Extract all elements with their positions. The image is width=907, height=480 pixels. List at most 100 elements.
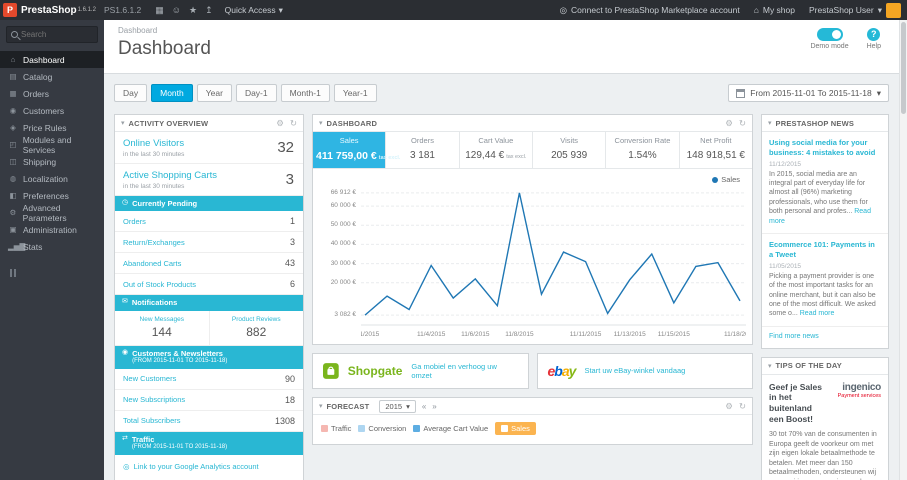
date-range-picker[interactable]: From 2015-11-01 To 2015-11-18 ▾: [728, 84, 889, 102]
user-menu[interactable]: PrestaShop User ▾: [809, 2, 901, 18]
news-article: Ecommerce 101: Payments in a Tweet 11/05…: [762, 234, 888, 327]
news-article-title[interactable]: Using social media for your business: 4 …: [769, 138, 881, 158]
collapse-panel-icon[interactable]: ▾: [121, 119, 125, 127]
news-panel-header: ▾ PRESTASHOP NEWS: [762, 115, 888, 132]
kpi-conversion-rate[interactable]: Conversion Rate 1.54%: [606, 132, 680, 168]
sidebar-item-orders[interactable]: ▦ Orders: [0, 85, 104, 102]
sidebar-item-stats[interactable]: ▂▅▇ Stats: [0, 238, 104, 255]
read-more-link[interactable]: Read more: [800, 310, 835, 317]
collapse-panel-icon[interactable]: ▾: [319, 119, 323, 127]
marketplace-connect-link[interactable]: ◎ Connect to PrestaShop Marketplace acco…: [560, 5, 740, 16]
dashboard-column: ▾ DASHBOARD ⚙ ↻ Sales 411 759,00 € tax ex…: [312, 114, 753, 453]
shipping-icon: ◫: [9, 157, 17, 166]
news-article-body: Picking a payment provider is one of the…: [769, 272, 876, 318]
my-shop-label: My shop: [762, 5, 795, 15]
collapse-panel-icon[interactable]: ▾: [768, 362, 772, 370]
kpi-orders[interactable]: Orders 3 181: [386, 132, 460, 168]
prestashop-news-panel: ▾ PRESTASHOP NEWS Using social media for…: [761, 114, 889, 349]
refresh-icon[interactable]: ↻: [739, 118, 746, 129]
toggle-on-icon: [816, 28, 843, 41]
sidebar-item-localization[interactable]: ◍ Localization: [0, 170, 104, 187]
collapse-panel-icon[interactable]: ▾: [319, 402, 323, 410]
pager-prev-button[interactable]: «: [422, 402, 426, 411]
gear-icon[interactable]: ⚙: [276, 118, 284, 129]
ebay-link[interactable]: Start uw eBay-winkel vandaag: [584, 366, 685, 375]
forecast-legend-sales[interactable]: Sales: [495, 422, 536, 435]
dashboard-columns: ▾ ACTIVITY OVERVIEW ⚙ ↻ Online Visitors …: [104, 114, 899, 480]
tips-panel-header: ▾ TIPS OF THE DAY: [762, 358, 888, 375]
search-icon: [11, 31, 18, 38]
search-input[interactable]: [21, 30, 93, 39]
sidebar-item-preferences[interactable]: ◧ Preferences: [0, 187, 104, 204]
refresh-icon[interactable]: ↻: [739, 401, 746, 412]
vertical-scrollbar[interactable]: [899, 20, 907, 480]
y-axis-tick: 40 000 €: [330, 240, 356, 248]
pager-next-button[interactable]: »: [432, 402, 436, 411]
news-article-title[interactable]: Ecommerce 101: Payments in a Tweet: [769, 240, 881, 260]
news-article-body: In 2015, social media are an integral pa…: [769, 170, 871, 225]
star-icon[interactable]: ★: [189, 5, 197, 16]
news-article-date: 11/12/2015: [769, 160, 802, 168]
quick-access-label: Quick Access: [224, 5, 276, 15]
gear-icon[interactable]: ⚙: [725, 118, 733, 129]
forecast-panel: ▾ FORECAST 2015 ▾ « » ⚙ ↻ Traffic Conver…: [312, 397, 753, 445]
find-more-news-link[interactable]: Find more news: [762, 327, 888, 348]
y-axis-tick: 30 000 €: [330, 259, 356, 267]
tab-month-1[interactable]: Month-1: [280, 84, 330, 102]
tab-year[interactable]: Year: [196, 84, 232, 102]
kpi-visits[interactable]: Visits 205 939: [533, 132, 607, 168]
sidebar-item-modules[interactable]: ◰ Modules and Services: [0, 135, 104, 155]
tab-day[interactable]: Day: [114, 84, 148, 102]
kpi-net-profit[interactable]: Net Profit 148 918,51 €: [680, 132, 752, 168]
logo-text: PrestaShop: [21, 4, 77, 16]
refresh-icon[interactable]: ↻: [290, 118, 297, 129]
new-messages-cell[interactable]: New Messages 144: [115, 311, 209, 345]
x-axis-tick: 11/6/2015: [461, 331, 490, 338]
sidebar-item-administration[interactable]: ▣ Administration: [0, 221, 104, 238]
sidebar-item-dashboard[interactable]: ⌂ Dashboard: [0, 51, 104, 68]
help-button[interactable]: ? Help: [867, 28, 881, 50]
quick-access-menu[interactable]: Quick Access ▾: [225, 5, 283, 16]
kpi-cart-value[interactable]: Cart Value 129,44 € tax excl.: [460, 132, 533, 168]
sales-chart-area: Sales 66 912 €60 000 €50 000 €40 000 €30…: [313, 169, 752, 344]
sidebar-item-shipping[interactable]: ◫ Shipping: [0, 153, 104, 170]
sidebar-item-price-rules[interactable]: ◈ Price Rules: [0, 119, 104, 136]
demo-mode-toggle[interactable]: Demo mode: [810, 28, 849, 50]
forecast-legend-conversion[interactable]: Conversion: [358, 424, 406, 433]
sidebar-item-catalog[interactable]: ▤ Catalog: [0, 68, 104, 85]
swatch-icon: [413, 425, 421, 432]
product-reviews-cell[interactable]: Product Reviews 882: [208, 310, 304, 345]
user-icon[interactable]: ☺: [172, 5, 181, 15]
tab-month[interactable]: Month: [151, 84, 193, 102]
online-visitors-value: 32: [277, 139, 294, 156]
forecast-legend: Traffic Conversion Average Cart Value Sa…: [313, 415, 752, 444]
shopgate-logo: Shopgate: [347, 364, 403, 378]
scrollbar-thumb[interactable]: [901, 22, 906, 114]
forecast-legend-average-cart-value[interactable]: Average Cart Value: [413, 424, 488, 433]
my-shop-link[interactable]: ⌂ My shop: [754, 5, 795, 15]
forecast-legend-traffic[interactable]: Traffic: [321, 424, 351, 433]
cart-icon[interactable]: ▦: [155, 5, 164, 16]
topbar-right: ◎ Connect to PrestaShop Marketplace acco…: [560, 2, 901, 18]
shopgate-link[interactable]: Ga mobiel en verhoog uw omzet: [411, 362, 517, 381]
tab-year-1[interactable]: Year-1: [333, 84, 377, 102]
x-axis-tick: 11/11/2015: [569, 331, 602, 338]
upload-icon[interactable]: ↥: [205, 5, 213, 16]
sales-plot: [361, 179, 746, 329]
chevron-down-icon: ▾: [877, 4, 882, 15]
news-article: Using social media for your business: 4 …: [762, 132, 888, 235]
page-header: Dashboard Dashboard Demo mode ? Help: [104, 20, 899, 74]
calendar-icon: [736, 88, 746, 98]
prestashop-logo[interactable]: P PrestaShop 1.6.1.2: [3, 3, 96, 17]
sidebar-item-advanced-parameters[interactable]: ⚙ Advanced Parameters: [0, 203, 104, 223]
collapse-panel-icon[interactable]: ▾: [768, 119, 772, 127]
google-analytics-link[interactable]: ◎ Link to your Google Analytics account: [115, 455, 303, 480]
tab-day-1[interactable]: Day-1: [235, 84, 277, 102]
notifications-header: ✉ Notifications: [115, 295, 303, 311]
sidebar-item-customers[interactable]: ◉ Customers: [0, 102, 104, 119]
kpi-sales[interactable]: Sales 411 759,00 € tax excl.: [313, 132, 400, 168]
y-axis-tick: 20 000 €: [330, 278, 356, 286]
sidebar-collapse-button[interactable]: [10, 269, 104, 277]
forecast-year-select[interactable]: 2015 ▾: [379, 399, 416, 413]
gear-icon[interactable]: ⚙: [725, 401, 733, 412]
